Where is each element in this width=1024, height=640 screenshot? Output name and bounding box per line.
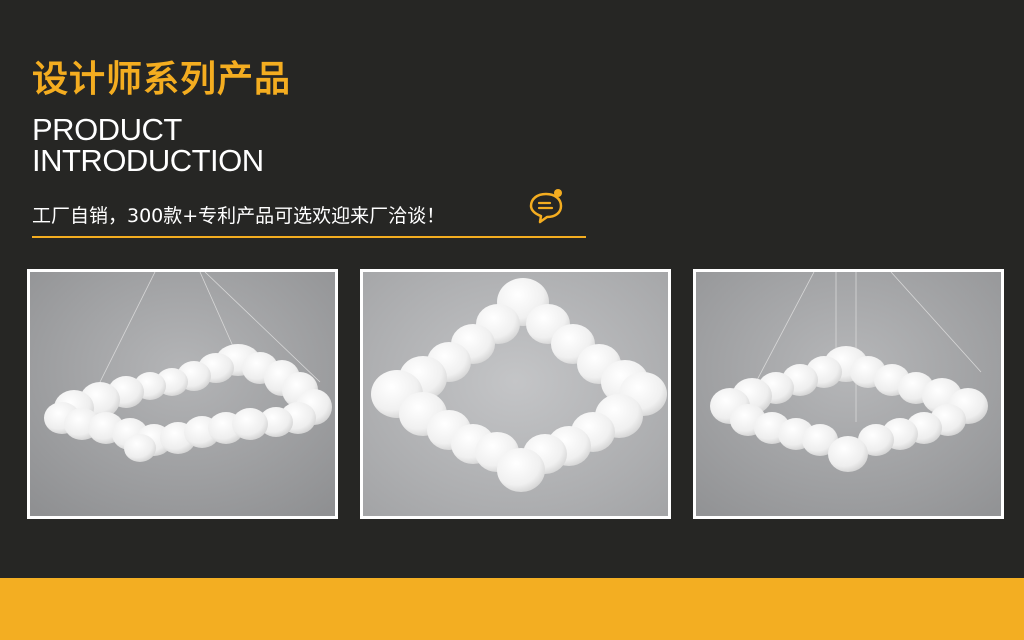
subtitle-line-1: PRODUCT: [32, 112, 182, 147]
product-image-2[interactable]: [360, 269, 671, 519]
chat-bubble-icon[interactable]: [526, 186, 566, 226]
footer-bar: [0, 578, 1024, 640]
page-title: 设计师系列产品: [32, 59, 292, 100]
product-image-3[interactable]: [693, 269, 1004, 519]
tagline: 工厂自销，300款+专利产品可选欢迎来厂洽谈！: [32, 205, 446, 227]
title-underline: [32, 236, 586, 238]
page-subtitle: PRODUCT INTRODUCTION: [32, 114, 264, 176]
subtitle-line-2: INTRODUCTION: [32, 143, 264, 178]
product-image-1[interactable]: [27, 269, 338, 519]
